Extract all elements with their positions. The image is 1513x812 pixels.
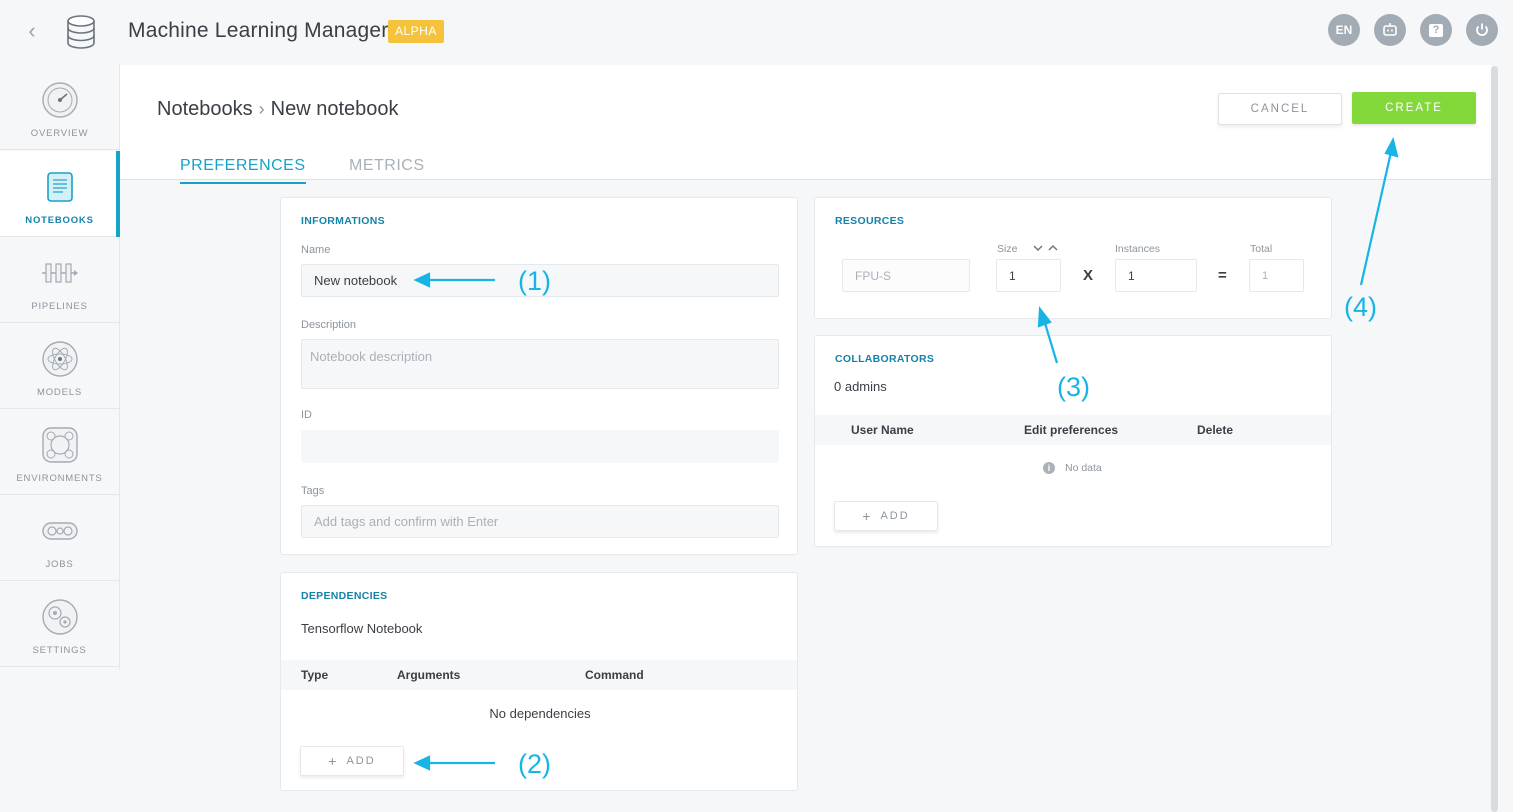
- database-logo-icon: [67, 15, 95, 49]
- flavor-select[interactable]: FPU-S: [842, 259, 970, 292]
- settings-gears-icon: [41, 599, 78, 635]
- language-icon: EN: [1335, 23, 1353, 37]
- sidebar: OVERVIEW NOTEBOOKS PIPELINES MODELS ENVI…: [0, 64, 120, 670]
- total-value: 1: [1249, 259, 1304, 292]
- sidebar-item-label: SETTINGS: [32, 645, 87, 656]
- create-button[interactable]: CREATE: [1352, 92, 1476, 124]
- informations-card: INFORMATIONS Name New notebook Descripti…: [280, 197, 798, 555]
- sidebar-item-overview[interactable]: OVERVIEW: [0, 64, 119, 150]
- card-title: DEPENDENCIES: [301, 590, 388, 602]
- bot-icon: [1383, 23, 1397, 36]
- pipeline-icon: [41, 263, 78, 283]
- size-input[interactable]: 1: [996, 259, 1061, 292]
- no-data-message: No data: [1065, 462, 1102, 474]
- resources-card: RESOURCES FPU-S Size 1 X Instances 1 = T…: [814, 197, 1332, 319]
- breadcrumb: Notebooks › New notebook: [157, 98, 399, 121]
- page-header: Notebooks › New notebook CANCEL CREATE P…: [120, 65, 1492, 184]
- dependencies-subtitle: Tensorflow Notebook: [301, 621, 423, 636]
- sidebar-item-label: MODELS: [37, 387, 82, 398]
- annotation-3: (3): [1057, 372, 1090, 402]
- dependencies-table-header: Type Arguments Command: [281, 660, 797, 690]
- top-bar: ‹ Machine Learning Manager ALPHA EN ?: [0, 0, 1513, 64]
- sidebar-item-settings[interactable]: SETTINGS: [0, 581, 119, 667]
- power-button[interactable]: [1466, 14, 1498, 46]
- plus-icon: +: [328, 753, 337, 769]
- total-label: Total: [1250, 243, 1273, 255]
- tags-input[interactable]: Add tags and confirm with Enter: [301, 505, 779, 538]
- sidebar-item-notebooks[interactable]: NOTEBOOKS: [0, 151, 120, 237]
- collaborators-table-header: User Name Edit preferences Delete: [815, 415, 1331, 445]
- annotation-4: (4): [1344, 292, 1377, 322]
- add-dependency-button[interactable]: + ADD: [300, 746, 404, 776]
- add-label: ADD: [346, 755, 376, 767]
- instances-label: Instances: [1115, 243, 1160, 255]
- annotation-1: (1): [518, 266, 551, 296]
- size-stepper-chevrons-icon[interactable]: [1033, 243, 1059, 253]
- column-header-command: Command: [585, 668, 644, 682]
- tab-metrics[interactable]: METRICS: [349, 157, 425, 175]
- name-label: Name: [301, 244, 331, 256]
- notebook-icon: [46, 172, 73, 202]
- environment-icon: [41, 427, 78, 463]
- tab-preferences[interactable]: PREFERENCES: [180, 157, 306, 184]
- help-button[interactable]: ?: [1420, 14, 1452, 46]
- size-label: Size: [997, 243, 1018, 255]
- times-symbol: X: [1083, 267, 1094, 284]
- column-header-arguments: Arguments: [397, 668, 461, 682]
- sidebar-item-label: PIPELINES: [31, 301, 88, 312]
- gauge-icon: [41, 82, 78, 118]
- breadcrumb-parent-link[interactable]: Notebooks: [157, 98, 253, 121]
- annotation-2: (2): [518, 749, 551, 779]
- power-icon: [1476, 23, 1488, 36]
- cancel-button[interactable]: CANCEL: [1218, 93, 1342, 125]
- back-chevron-icon[interactable]: ‹: [20, 19, 44, 43]
- vertical-scrollbar[interactable]: [1491, 66, 1498, 812]
- add-label: ADD: [880, 510, 910, 522]
- card-title: RESOURCES: [835, 215, 905, 227]
- admins-count: 0 admins: [834, 379, 887, 394]
- help-icon: ?: [1429, 23, 1443, 37]
- card-title: INFORMATIONS: [301, 215, 385, 227]
- add-collaborator-button[interactable]: + ADD: [834, 501, 938, 531]
- column-header-type: Type: [301, 668, 329, 682]
- column-header-delete: Delete: [1197, 423, 1234, 437]
- description-input[interactable]: Notebook description: [301, 339, 779, 389]
- column-header-user-name: User Name: [851, 423, 914, 437]
- collaborators-empty: i No data: [1043, 462, 1102, 474]
- sidebar-item-label: ENVIRONMENTS: [16, 473, 103, 484]
- breadcrumb-separator-icon: ›: [258, 99, 265, 119]
- language-button[interactable]: EN: [1328, 14, 1360, 46]
- sidebar-item-label: JOBS: [45, 559, 74, 570]
- dependencies-empty-message: No dependencies: [489, 706, 591, 721]
- equals-symbol: =: [1218, 267, 1227, 284]
- tags-label: Tags: [301, 485, 325, 497]
- atom-icon: [41, 341, 78, 377]
- collaborators-card: COLLABORATORS 0 admins User Name Edit pr…: [814, 335, 1332, 547]
- sidebar-item-label: NOTEBOOKS: [25, 215, 94, 226]
- sidebar-item-jobs[interactable]: JOBS: [0, 495, 119, 581]
- app-title: Machine Learning Manager: [128, 19, 389, 42]
- instances-input[interactable]: 1: [1115, 259, 1197, 292]
- gear-train-icon: [41, 522, 78, 540]
- sidebar-item-pipelines[interactable]: PIPELINES: [0, 237, 119, 323]
- info-icon: i: [1043, 462, 1055, 474]
- main-content: Notebooks › New notebook CANCEL CREATE P…: [120, 65, 1492, 812]
- description-label: Description: [301, 319, 357, 331]
- id-input[interactable]: [301, 430, 779, 463]
- column-header-edit-preferences: Edit preferences: [1024, 423, 1119, 437]
- alpha-badge: ALPHA: [388, 20, 444, 43]
- sidebar-item-label: OVERVIEW: [30, 128, 89, 139]
- id-label: ID: [301, 409, 312, 421]
- plus-icon: +: [862, 508, 871, 524]
- bot-button[interactable]: [1374, 14, 1406, 46]
- card-title: COLLABORATORS: [835, 353, 935, 365]
- sidebar-item-models[interactable]: MODELS: [0, 323, 119, 409]
- breadcrumb-current: New notebook: [270, 98, 399, 120]
- sidebar-item-environments[interactable]: ENVIRONMENTS: [0, 409, 119, 495]
